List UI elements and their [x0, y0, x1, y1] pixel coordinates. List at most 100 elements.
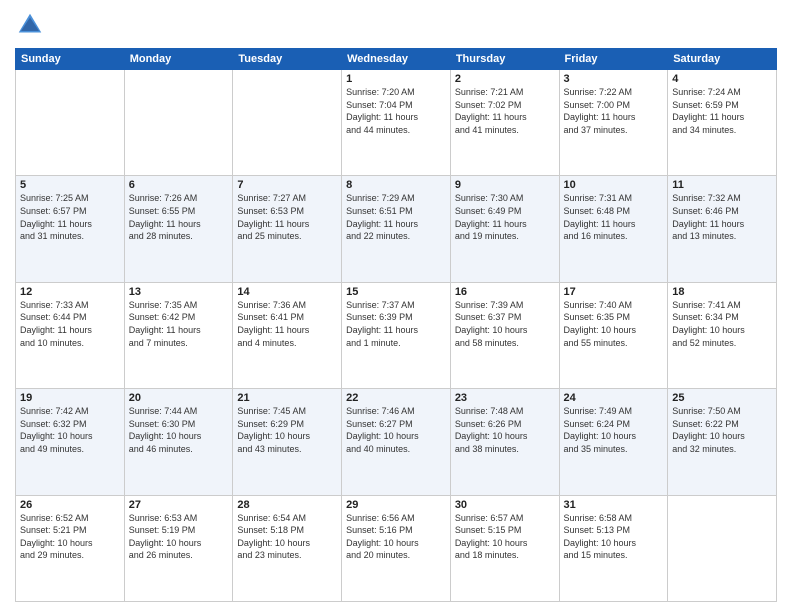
calendar-cell: 10Sunrise: 7:31 AM Sunset: 6:48 PM Dayli…	[559, 176, 668, 282]
calendar-cell: 22Sunrise: 7:46 AM Sunset: 6:27 PM Dayli…	[342, 389, 451, 495]
day-number: 20	[129, 392, 229, 404]
day-info: Sunrise: 7:42 AM Sunset: 6:32 PM Dayligh…	[20, 405, 120, 455]
calendar-cell: 14Sunrise: 7:36 AM Sunset: 6:41 PM Dayli…	[233, 282, 342, 388]
calendar-row: 12Sunrise: 7:33 AM Sunset: 6:44 PM Dayli…	[16, 282, 777, 388]
calendar-cell: 17Sunrise: 7:40 AM Sunset: 6:35 PM Dayli…	[559, 282, 668, 388]
day-info: Sunrise: 7:27 AM Sunset: 6:53 PM Dayligh…	[237, 192, 337, 242]
day-info: Sunrise: 7:41 AM Sunset: 6:34 PM Dayligh…	[672, 299, 772, 349]
header	[15, 10, 777, 40]
day-info: Sunrise: 7:48 AM Sunset: 6:26 PM Dayligh…	[455, 405, 555, 455]
calendar-cell: 20Sunrise: 7:44 AM Sunset: 6:30 PM Dayli…	[124, 389, 233, 495]
calendar-cell: 4Sunrise: 7:24 AM Sunset: 6:59 PM Daylig…	[668, 70, 777, 176]
day-info: Sunrise: 7:25 AM Sunset: 6:57 PM Dayligh…	[20, 192, 120, 242]
calendar-row: 19Sunrise: 7:42 AM Sunset: 6:32 PM Dayli…	[16, 389, 777, 495]
day-info: Sunrise: 7:50 AM Sunset: 6:22 PM Dayligh…	[672, 405, 772, 455]
day-info: Sunrise: 7:37 AM Sunset: 6:39 PM Dayligh…	[346, 299, 446, 349]
calendar-header-row: SundayMondayTuesdayWednesdayThursdayFrid…	[16, 49, 777, 70]
weekday-header-tuesday: Tuesday	[233, 49, 342, 70]
day-number: 8	[346, 179, 446, 191]
calendar-cell: 5Sunrise: 7:25 AM Sunset: 6:57 PM Daylig…	[16, 176, 125, 282]
calendar-cell	[668, 495, 777, 601]
calendar-cell: 28Sunrise: 6:54 AM Sunset: 5:18 PM Dayli…	[233, 495, 342, 601]
calendar-cell	[124, 70, 233, 176]
day-number: 18	[672, 286, 772, 298]
calendar-row: 5Sunrise: 7:25 AM Sunset: 6:57 PM Daylig…	[16, 176, 777, 282]
day-number: 17	[564, 286, 664, 298]
day-info: Sunrise: 7:26 AM Sunset: 6:55 PM Dayligh…	[129, 192, 229, 242]
calendar-cell: 7Sunrise: 7:27 AM Sunset: 6:53 PM Daylig…	[233, 176, 342, 282]
calendar-cell: 30Sunrise: 6:57 AM Sunset: 5:15 PM Dayli…	[450, 495, 559, 601]
day-info: Sunrise: 7:21 AM Sunset: 7:02 PM Dayligh…	[455, 86, 555, 136]
day-info: Sunrise: 7:49 AM Sunset: 6:24 PM Dayligh…	[564, 405, 664, 455]
calendar-cell: 1Sunrise: 7:20 AM Sunset: 7:04 PM Daylig…	[342, 70, 451, 176]
calendar-cell: 19Sunrise: 7:42 AM Sunset: 6:32 PM Dayli…	[16, 389, 125, 495]
weekday-header-wednesday: Wednesday	[342, 49, 451, 70]
day-number: 9	[455, 179, 555, 191]
day-info: Sunrise: 6:56 AM Sunset: 5:16 PM Dayligh…	[346, 512, 446, 562]
calendar-cell: 23Sunrise: 7:48 AM Sunset: 6:26 PM Dayli…	[450, 389, 559, 495]
day-info: Sunrise: 6:58 AM Sunset: 5:13 PM Dayligh…	[564, 512, 664, 562]
calendar-cell: 29Sunrise: 6:56 AM Sunset: 5:16 PM Dayli…	[342, 495, 451, 601]
day-number: 2	[455, 73, 555, 85]
day-info: Sunrise: 7:45 AM Sunset: 6:29 PM Dayligh…	[237, 405, 337, 455]
day-number: 11	[672, 179, 772, 191]
day-info: Sunrise: 7:20 AM Sunset: 7:04 PM Dayligh…	[346, 86, 446, 136]
calendar-cell: 15Sunrise: 7:37 AM Sunset: 6:39 PM Dayli…	[342, 282, 451, 388]
calendar-cell: 26Sunrise: 6:52 AM Sunset: 5:21 PM Dayli…	[16, 495, 125, 601]
calendar-cell: 2Sunrise: 7:21 AM Sunset: 7:02 PM Daylig…	[450, 70, 559, 176]
calendar-cell: 3Sunrise: 7:22 AM Sunset: 7:00 PM Daylig…	[559, 70, 668, 176]
day-number: 19	[20, 392, 120, 404]
day-number: 13	[129, 286, 229, 298]
day-info: Sunrise: 7:40 AM Sunset: 6:35 PM Dayligh…	[564, 299, 664, 349]
day-number: 27	[129, 499, 229, 511]
day-info: Sunrise: 7:46 AM Sunset: 6:27 PM Dayligh…	[346, 405, 446, 455]
calendar-cell: 11Sunrise: 7:32 AM Sunset: 6:46 PM Dayli…	[668, 176, 777, 282]
day-info: Sunrise: 6:54 AM Sunset: 5:18 PM Dayligh…	[237, 512, 337, 562]
calendar-cell: 18Sunrise: 7:41 AM Sunset: 6:34 PM Dayli…	[668, 282, 777, 388]
day-info: Sunrise: 7:39 AM Sunset: 6:37 PM Dayligh…	[455, 299, 555, 349]
weekday-header-thursday: Thursday	[450, 49, 559, 70]
day-info: Sunrise: 7:29 AM Sunset: 6:51 PM Dayligh…	[346, 192, 446, 242]
day-number: 24	[564, 392, 664, 404]
day-number: 7	[237, 179, 337, 191]
day-info: Sunrise: 6:57 AM Sunset: 5:15 PM Dayligh…	[455, 512, 555, 562]
calendar-cell: 8Sunrise: 7:29 AM Sunset: 6:51 PM Daylig…	[342, 176, 451, 282]
day-number: 30	[455, 499, 555, 511]
day-number: 29	[346, 499, 446, 511]
calendar-cell	[16, 70, 125, 176]
logo	[15, 10, 49, 40]
weekday-header-friday: Friday	[559, 49, 668, 70]
day-number: 12	[20, 286, 120, 298]
day-number: 16	[455, 286, 555, 298]
day-info: Sunrise: 7:36 AM Sunset: 6:41 PM Dayligh…	[237, 299, 337, 349]
logo-icon	[15, 10, 45, 40]
day-info: Sunrise: 7:31 AM Sunset: 6:48 PM Dayligh…	[564, 192, 664, 242]
calendar-cell	[233, 70, 342, 176]
day-info: Sunrise: 7:22 AM Sunset: 7:00 PM Dayligh…	[564, 86, 664, 136]
day-number: 6	[129, 179, 229, 191]
weekday-header-monday: Monday	[124, 49, 233, 70]
day-info: Sunrise: 7:33 AM Sunset: 6:44 PM Dayligh…	[20, 299, 120, 349]
calendar-cell: 16Sunrise: 7:39 AM Sunset: 6:37 PM Dayli…	[450, 282, 559, 388]
calendar-cell: 9Sunrise: 7:30 AM Sunset: 6:49 PM Daylig…	[450, 176, 559, 282]
day-number: 22	[346, 392, 446, 404]
day-number: 26	[20, 499, 120, 511]
calendar-row: 26Sunrise: 6:52 AM Sunset: 5:21 PM Dayli…	[16, 495, 777, 601]
weekday-header-sunday: Sunday	[16, 49, 125, 70]
day-number: 31	[564, 499, 664, 511]
day-info: Sunrise: 7:30 AM Sunset: 6:49 PM Dayligh…	[455, 192, 555, 242]
weekday-header-saturday: Saturday	[668, 49, 777, 70]
day-number: 21	[237, 392, 337, 404]
day-number: 3	[564, 73, 664, 85]
calendar-cell: 27Sunrise: 6:53 AM Sunset: 5:19 PM Dayli…	[124, 495, 233, 601]
day-info: Sunrise: 7:44 AM Sunset: 6:30 PM Dayligh…	[129, 405, 229, 455]
day-number: 14	[237, 286, 337, 298]
page: SundayMondayTuesdayWednesdayThursdayFrid…	[0, 0, 792, 612]
day-number: 5	[20, 179, 120, 191]
calendar-table: SundayMondayTuesdayWednesdayThursdayFrid…	[15, 48, 777, 602]
calendar-cell: 31Sunrise: 6:58 AM Sunset: 5:13 PM Dayli…	[559, 495, 668, 601]
day-number: 23	[455, 392, 555, 404]
day-info: Sunrise: 7:35 AM Sunset: 6:42 PM Dayligh…	[129, 299, 229, 349]
day-number: 4	[672, 73, 772, 85]
day-info: Sunrise: 6:53 AM Sunset: 5:19 PM Dayligh…	[129, 512, 229, 562]
